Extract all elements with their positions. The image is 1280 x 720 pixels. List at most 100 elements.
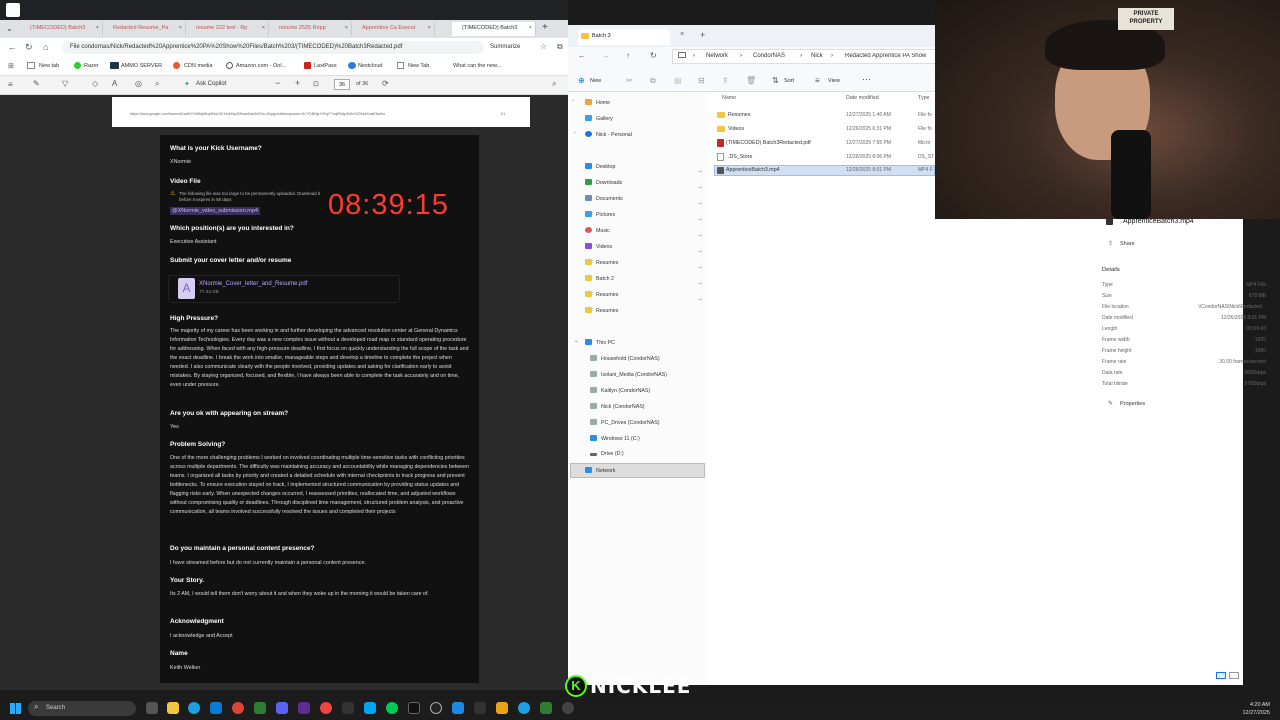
- chrome-icon[interactable]: [232, 702, 244, 714]
- nav-home[interactable]: Home: [585, 99, 610, 106]
- terminal-icon[interactable]: [408, 702, 420, 714]
- cover-file-name[interactable]: XNormie_Cover_letter_and_Resume.pdf: [199, 281, 307, 287]
- text-icon[interactable]: A: [112, 79, 117, 88]
- breadcrumb-folder[interactable]: Redacted Apprentice PA Show: [845, 53, 935, 59]
- bookmark-ammo[interactable]: AMMO SERVER: [121, 63, 162, 69]
- paste-icon[interactable]: ▤: [674, 76, 682, 85]
- breadcrumb-network[interactable]: Network: [706, 53, 728, 59]
- refresh-icon[interactable]: ↻: [650, 51, 657, 60]
- nav-drive-household[interactable]: Household (CondorNAS): [590, 355, 660, 362]
- app-icon[interactable]: [562, 702, 574, 714]
- page-number-input[interactable]: 36: [334, 79, 350, 90]
- search-box[interactable]: [28, 701, 136, 716]
- bookmark-lastpass[interactable]: LastPass: [314, 63, 337, 69]
- rename-icon[interactable]: ⊟: [698, 76, 705, 85]
- address-input[interactable]: File condornas/Nick/Redacted%20Apprentic…: [62, 41, 484, 54]
- discord-icon[interactable]: [276, 702, 288, 714]
- nav-drive-d[interactable]: Drive (D:): [590, 451, 624, 457]
- breadcrumb-condornas[interactable]: CondorNAS: [753, 53, 785, 59]
- nav-drive-c[interactable]: Windows 11 (C:): [590, 435, 640, 442]
- clock-date[interactable]: 12/27/2025: [1210, 710, 1270, 716]
- app-icon[interactable]: [474, 702, 486, 714]
- browser-tab-active[interactable]: (TIMECODED) Batch3 ×: [452, 22, 536, 36]
- nav-drive-isolani[interactable]: Isolani_Media (CondorNAS): [590, 371, 667, 378]
- reload-icon[interactable]: ↻: [25, 42, 33, 53]
- column-name[interactable]: Name: [722, 95, 736, 101]
- app-icon[interactable]: [320, 702, 332, 714]
- file-card[interactable]: [168, 275, 400, 303]
- zoom-in-icon[interactable]: +: [295, 78, 300, 88]
- apps-icon[interactable]: ⊞: [8, 62, 14, 70]
- app-icon[interactable]: [540, 702, 552, 714]
- file-row[interactable]: [716, 125, 935, 136]
- breadcrumb-nick[interactable]: Nick: [811, 53, 823, 59]
- windows-start-icon[interactable]: [10, 703, 21, 714]
- new-tab-icon[interactable]: +: [542, 22, 548, 33]
- highlight-icon[interactable]: ▽: [62, 79, 68, 88]
- draw-icon[interactable]: ✎: [33, 79, 40, 88]
- nav-desktop[interactable]: Desktop: [585, 163, 615, 170]
- bookmark-amazon[interactable]: Amazon.com - Onl...: [236, 63, 286, 69]
- view-button[interactable]: View: [828, 78, 840, 84]
- bookmark-newtab2[interactable]: New Tab: [408, 63, 429, 69]
- close-tab-icon[interactable]: ×: [680, 31, 684, 38]
- share-icon[interactable]: ⇪: [722, 76, 729, 85]
- summarize-button[interactable]: Summarize: [490, 44, 520, 50]
- bookmark-new-tab[interactable]: New tab: [39, 63, 59, 69]
- task-view-icon[interactable]: [146, 702, 158, 714]
- contents-icon[interactable]: ≡: [8, 80, 13, 89]
- nav-network[interactable]: Network: [585, 467, 615, 474]
- app-icon[interactable]: [364, 702, 376, 714]
- browser-tab[interactable]: resume 222 test - Rp ×: [186, 22, 269, 36]
- nav-pictures[interactable]: Pictures: [585, 211, 615, 218]
- search-pdf-icon[interactable]: ⌕: [155, 79, 159, 89]
- nav-this-pc[interactable]: This PC: [585, 339, 615, 346]
- up-icon[interactable]: ↑: [626, 51, 630, 60]
- new-tab-icon[interactable]: +: [700, 30, 705, 40]
- app-icon[interactable]: [496, 702, 508, 714]
- browser-tab[interactable]: Apprentice Ca Execut ×: [352, 22, 435, 36]
- properties-button[interactable]: Properties: [1120, 401, 1145, 407]
- forward-icon[interactable]: →: [602, 51, 610, 60]
- browser-tab[interactable]: resume 2525 Ropp ×: [269, 22, 352, 36]
- home-icon[interactable]: ⌂: [43, 42, 48, 52]
- app-icon[interactable]: [298, 702, 310, 714]
- ask-copilot-button[interactable]: Ask Copilot: [196, 81, 226, 87]
- details-view-icon[interactable]: [1216, 672, 1226, 679]
- tiles-view-icon[interactable]: [1229, 672, 1239, 679]
- read-aloud-icon[interactable]: ◎: [135, 79, 142, 88]
- cut-icon[interactable]: ✂: [626, 76, 633, 85]
- nav-resumes[interactable]: Resumes: [585, 291, 618, 298]
- bookmark-nextcloud[interactable]: Nextcloud: [358, 63, 382, 69]
- zoom-out-icon[interactable]: −: [275, 78, 280, 88]
- nav-drive-kaitlyn[interactable]: Kaitlyn (CondorNAS): [590, 387, 650, 394]
- clock-time[interactable]: 4:20 AM: [1210, 702, 1270, 708]
- fit-page-icon[interactable]: ⊡: [313, 80, 319, 88]
- nav-batch2[interactable]: Batch 2: [585, 275, 614, 282]
- column-date[interactable]: Date modified: [846, 95, 879, 101]
- tab-list-icon[interactable]: ⌄: [6, 24, 13, 33]
- bookmark-cdn[interactable]: CDN media: [184, 63, 212, 69]
- nav-documents[interactable]: Documents: [585, 195, 623, 202]
- nav-drive-pc[interactable]: PC_Drives (CondorNAS): [590, 419, 660, 426]
- edge-icon[interactable]: [518, 702, 530, 714]
- nav-resumes[interactable]: Resumes: [585, 307, 618, 314]
- copy-icon[interactable]: ⧉: [650, 76, 656, 86]
- erase-icon[interactable]: ◇: [92, 79, 98, 88]
- bookmark-whatcan[interactable]: What can the new...: [453, 63, 501, 69]
- column-type[interactable]: Type: [918, 95, 929, 101]
- app-icon[interactable]: [452, 702, 464, 714]
- favorite-icon[interactable]: ☆: [540, 42, 547, 51]
- browser-tab[interactable]: (TIMECODED) Batch3 ×: [20, 22, 103, 36]
- nav-nick-personal[interactable]: Nick - Personal: [585, 131, 632, 138]
- pdf-search-icon[interactable]: ⌕: [552, 79, 556, 89]
- app-icon[interactable]: [342, 702, 354, 714]
- back-icon[interactable]: ←: [8, 42, 17, 52]
- back-icon[interactable]: ←: [578, 51, 586, 60]
- new-button[interactable]: New: [590, 78, 601, 84]
- file-explorer-icon[interactable]: [167, 702, 179, 714]
- extensions-icon[interactable]: ⧉: [557, 42, 563, 52]
- obs-icon[interactable]: [430, 702, 442, 714]
- rotate-icon[interactable]: ⟳: [382, 79, 389, 88]
- video-file-link[interactable]: @XNormie_video_submission.mp4: [170, 207, 260, 215]
